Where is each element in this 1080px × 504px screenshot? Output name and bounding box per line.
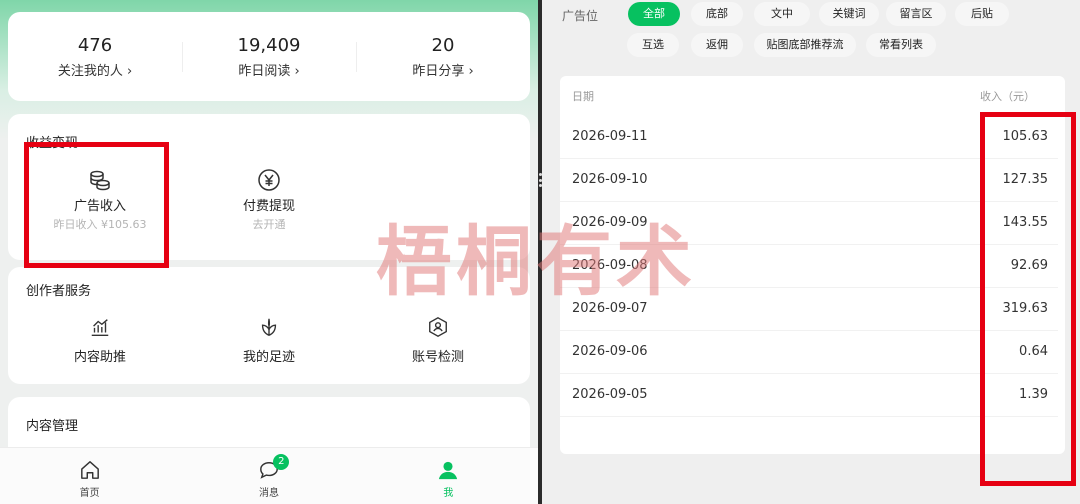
tab-me-label: 我	[443, 488, 454, 499]
stat-value: 20	[431, 34, 455, 56]
chart-icon	[91, 319, 109, 336]
footprint-item[interactable]: 我的足迹	[194, 316, 344, 365]
stat-reads[interactable]: 19,409 昨日阅读 ›	[182, 34, 356, 80]
row-date: 2026-09-08	[572, 258, 648, 273]
tab-messages[interactable]: 2 消息	[179, 448, 358, 504]
header-income: 收入（元）	[980, 90, 1035, 103]
header-date: 日期	[572, 90, 594, 103]
chip-rebate[interactable]: 返佣	[691, 33, 743, 57]
chip-comment-area[interactable]: 留言区	[886, 2, 946, 26]
tab-messages-label: 消息	[258, 488, 279, 499]
stat-label: 昨日分享 ›	[412, 63, 474, 79]
stat-label: 关注我的人 ›	[57, 63, 133, 79]
stat-shares[interactable]: 20 昨日分享 ›	[356, 34, 530, 80]
right-panel: 广告位 全部 底部 文中 关键词 留言区 后贴 互选 返佣 贴图底部推荐流 常看…	[542, 0, 1080, 504]
user-icon	[439, 461, 458, 480]
row-date: 2026-09-10	[572, 172, 648, 187]
creator-title: 创作者服务	[26, 284, 92, 299]
chip-keyword[interactable]: 关键词	[819, 2, 879, 26]
chip-in-article[interactable]: 文中	[754, 2, 810, 26]
chip-mutual-select[interactable]: 互选	[627, 33, 679, 57]
creator-card: 创作者服务 内容助推 我的足迹 账号检测	[8, 267, 530, 384]
stats-card: 476 关注我的人 › 19,409 昨日阅读 › 20 昨日分享 ›	[8, 12, 530, 101]
row-date: 2026-09-07	[572, 301, 648, 316]
row-date: 2026-09-09	[572, 215, 648, 230]
tab-home-label: 首页	[79, 488, 100, 499]
tab-me[interactable]: 我	[359, 448, 538, 504]
paid-withdraw-sub: 去开通	[252, 218, 286, 231]
account-check-label: 账号检测	[411, 350, 464, 365]
highlight-box-ad-income	[24, 142, 169, 268]
paid-withdraw-item[interactable]: 付费提现 去开通	[194, 168, 344, 232]
account-check-item[interactable]: 账号检测	[363, 316, 513, 365]
bottom-tabbar: 首页 2 消息 我	[0, 447, 538, 504]
stat-followers[interactable]: 476 关注我的人 ›	[8, 34, 182, 80]
stat-label: 昨日阅读 ›	[238, 63, 300, 79]
content-boost-item[interactable]: 内容助推	[25, 316, 175, 365]
chip-all[interactable]: 全部	[628, 2, 680, 26]
highlight-box-income-column	[980, 112, 1076, 486]
row-date: 2026-09-05	[572, 387, 648, 402]
content-mgmt-title: 内容管理	[26, 419, 79, 434]
message-count-badge: 2	[273, 454, 290, 470]
stat-value: 19,409	[237, 34, 301, 56]
shield-user-icon	[429, 317, 447, 337]
row-date: 2026-09-11	[572, 129, 648, 144]
chip-post-roll[interactable]: 后贴	[955, 2, 1009, 26]
paid-withdraw-label: 付费提现	[242, 199, 295, 214]
chip-image-feed[interactable]: 贴图底部推荐流	[754, 33, 856, 57]
leaf-icon	[261, 318, 277, 336]
footprint-label: 我的足迹	[242, 350, 295, 365]
row-date: 2026-09-06	[572, 344, 648, 359]
chip-bottom[interactable]: 底部	[691, 2, 743, 26]
home-icon	[80, 461, 99, 479]
stat-value: 476	[77, 34, 113, 56]
left-panel: 476 关注我的人 › 19,409 昨日阅读 › 20 昨日分享 › 收益变现	[0, 0, 538, 504]
chip-frequent-list[interactable]: 常看列表	[866, 33, 936, 57]
tab-home[interactable]: 首页	[0, 448, 179, 504]
content-boost-label: 内容助推	[73, 350, 126, 365]
yen-icon	[258, 169, 280, 191]
ad-slot-filter-label: 广告位	[562, 9, 599, 23]
